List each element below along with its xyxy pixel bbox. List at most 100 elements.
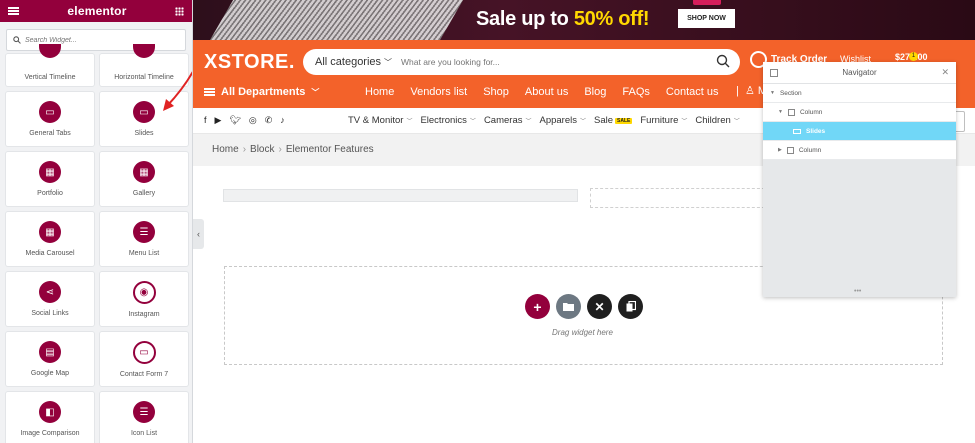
widget-label: General Tabs (29, 130, 71, 137)
banner-keyboard-image (207, 0, 469, 40)
paste-button[interactable] (618, 294, 643, 319)
nav-item[interactable]: Home (365, 86, 394, 98)
resize-handle-icon[interactable]: ••• (854, 288, 861, 295)
breadcrumb-separator: › (242, 144, 247, 155)
widget-label: Menu List (128, 250, 160, 257)
widget-card[interactable]: ▤ Google Map (6, 332, 94, 386)
collapse-panel-toggle[interactable]: ‹ (193, 219, 204, 249)
all-departments-menu[interactable]: All Departments ﹀ (204, 86, 319, 98)
x-logo-icon: ✕ (594, 299, 605, 314)
category-link[interactable]: Cameras ﹀ (484, 115, 532, 126)
widgets-grid-icon[interactable] (175, 6, 184, 16)
add-template-button[interactable] (556, 294, 581, 319)
widget-card[interactable]: ▦ Media Carousel (6, 212, 94, 266)
chevron-down-icon: ﹀ (733, 119, 740, 125)
category-label: Furniture (640, 115, 679, 126)
shop-now-button[interactable]: SHOP NOW (678, 9, 735, 28)
category-links: TV & Monitor ﹀ Electronics ﹀ Cameras ﹀ Apparel… (348, 115, 748, 126)
column-icon (786, 146, 794, 154)
widget-card[interactable]: ☰ Icon List (100, 392, 188, 443)
site-logo[interactable]: XSTORE. (204, 51, 295, 74)
widget-label: Slides (134, 130, 154, 137)
widget-search-input[interactable] (25, 36, 175, 44)
widget-card[interactable]: ▭ Contact Form 7 (100, 332, 188, 386)
nav-item[interactable]: FAQs (622, 86, 650, 98)
nav-item[interactable]: Shop (483, 86, 509, 98)
widget-card[interactable]: ☰ Menu List (100, 212, 188, 266)
widget-label: Google Map (30, 370, 70, 377)
x-template-button[interactable]: ✕ (587, 294, 612, 319)
widget-grid: Vertical Timeline Horizontal Timeline ▭ Gen… (6, 44, 188, 443)
widget-card[interactable]: ▦ Gallery (100, 152, 188, 206)
product-search-input[interactable] (401, 57, 701, 67)
breadcrumb-home[interactable]: Home (212, 144, 239, 155)
panel-header: elementor (0, 0, 192, 22)
breadcrumb-block[interactable]: Block (250, 144, 274, 155)
category-link[interactable]: Children ﹀ (695, 115, 739, 126)
navigator-header[interactable]: Navigator ✕ (763, 62, 956, 84)
widget-label: Media Carousel (25, 250, 75, 257)
nav-item[interactable]: About us (525, 86, 568, 98)
navigator-item-column[interactable]: ▶ Column (763, 141, 956, 160)
caret-right-icon[interactable]: ▶ (778, 147, 782, 153)
form-icon: ▭ (132, 341, 156, 364)
whatsapp-icon[interactable]: ✆ (265, 115, 273, 126)
hamburger-menu-icon (204, 88, 215, 96)
nav-item[interactable]: Blog (584, 86, 606, 98)
user-icon: ♙ (744, 85, 755, 97)
navigator-item-column[interactable]: ▼ Column (763, 103, 956, 122)
widget-card[interactable]: ◧ Image Comparison (6, 392, 94, 443)
widget-card[interactable]: ▦ Portfolio (6, 152, 94, 206)
nav-item[interactable]: Contact us (666, 86, 719, 98)
facebook-icon[interactable]: f (204, 115, 207, 126)
category-link[interactable]: Furniture ﹀ (640, 115, 687, 126)
chevron-down-icon: ﹀ (406, 119, 413, 125)
category-label: Apparels (539, 115, 578, 126)
caret-down-icon[interactable]: ▼ (770, 90, 775, 96)
expand-all-icon[interactable] (770, 69, 778, 77)
empty-column[interactable] (590, 188, 770, 208)
instagram-icon[interactable]: ◎ (249, 115, 257, 126)
widget-card[interactable]: ⋖ Social Links (6, 272, 94, 326)
widget-card[interactable]: ▭ General Tabs (6, 92, 94, 146)
widget-label: Contact Form 7 (119, 371, 169, 378)
close-icon[interactable]: ✕ (941, 67, 949, 78)
widget-label: Social Links (31, 310, 69, 317)
chevron-down-icon: ﹀ (525, 119, 532, 125)
placeholder-widget[interactable] (223, 189, 578, 202)
navigator-item-widget[interactable]: Slides (763, 122, 956, 141)
portfolio-icon: ▦ (39, 161, 61, 183)
youtube-icon[interactable]: ▶ (215, 115, 222, 126)
category-link[interactable]: Apparels ﹀ (540, 115, 587, 126)
category-label: Electronics (420, 115, 467, 126)
tiktok-icon[interactable]: ♪ (280, 115, 285, 126)
widget-card[interactable]: Vertical Timeline (6, 44, 94, 86)
navigator-item-section[interactable]: ▼ Section (763, 84, 956, 103)
category-link[interactable]: Electronics ﹀ (420, 115, 475, 126)
twitter-icon[interactable]: 🐦︎ (229, 115, 240, 126)
banner-sale-highlight: 50% off! (573, 8, 650, 30)
gallery-icon: ▦ (133, 161, 155, 183)
all-departments-label: All Departments (221, 86, 306, 98)
cart-count-badge: 1 (909, 52, 918, 61)
nav-item[interactable]: Vendors list (410, 86, 467, 98)
dropzone-actions: + ✕ (525, 294, 643, 319)
navigator-item-label: Slides (806, 127, 826, 135)
breadcrumb-current: Elementor Features (285, 144, 374, 155)
category-link[interactable]: TV & Monitor ﹀ (348, 115, 412, 126)
category-select[interactable]: All categories ﹀ (303, 56, 401, 68)
category-link[interactable]: Sale SALE (594, 115, 633, 126)
category-label: Cameras (483, 115, 523, 126)
panel-title: elementor (67, 4, 127, 18)
add-section-button[interactable]: + (525, 294, 550, 319)
icon-list-icon: ☰ (133, 401, 155, 423)
search-icon[interactable] (716, 54, 730, 68)
elementor-panel: elementor Vertical TimelineHorizontal Ti… (0, 0, 193, 443)
widget-card[interactable]: ◉ Instagram (100, 272, 188, 326)
chevron-down-icon: ﹀ (681, 119, 688, 125)
chevron-down-icon: ﹀ (384, 58, 393, 67)
hamburger-menu-icon[interactable] (8, 7, 19, 15)
widget-label: Portfolio (37, 190, 63, 197)
category-label: Children (695, 115, 731, 126)
caret-down-icon[interactable]: ▼ (778, 109, 783, 115)
